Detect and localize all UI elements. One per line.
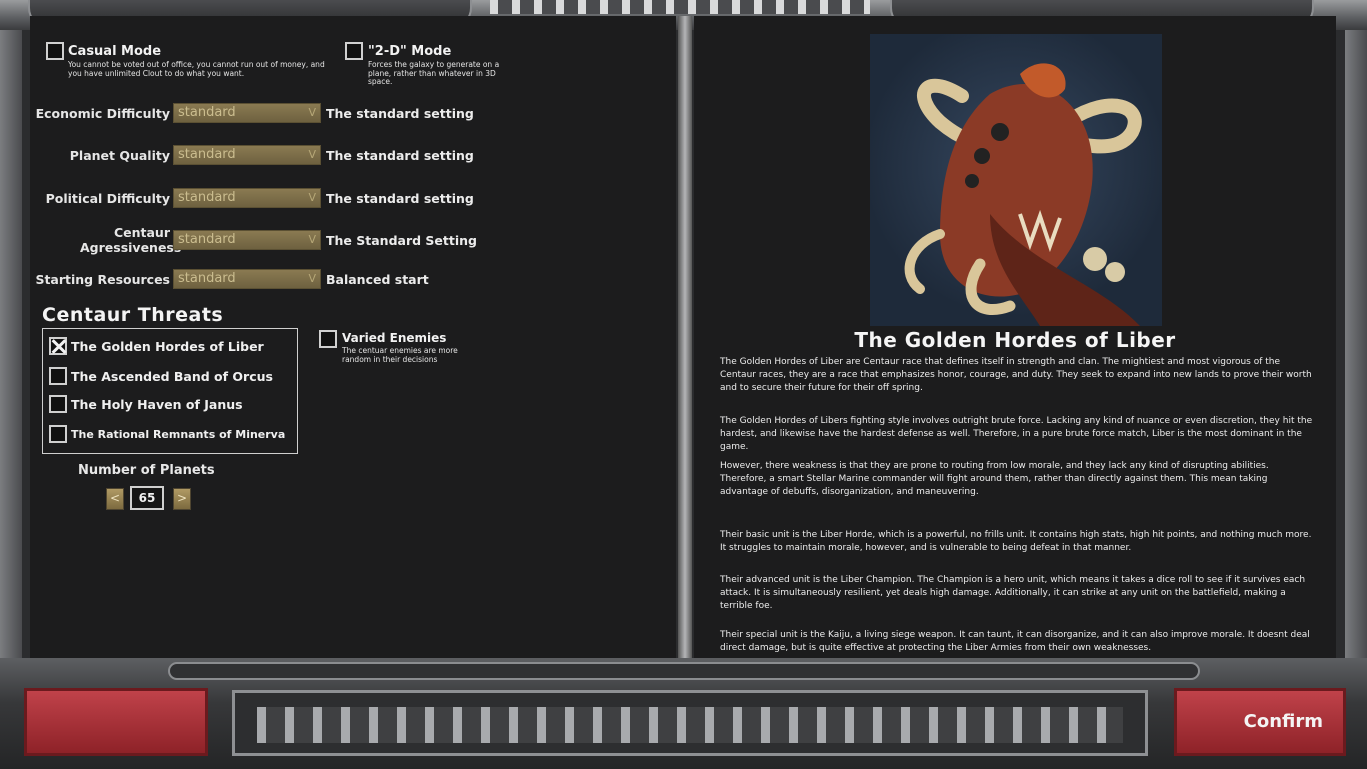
starting-resources-select[interactable]: standard V: [173, 269, 321, 289]
threat-orcus-checkbox[interactable]: [49, 367, 67, 385]
centaur-agressiveness-value: standard: [178, 232, 236, 247]
casual-mode-toggle[interactable]: [46, 42, 64, 64]
two-d-mode-toggle[interactable]: [345, 42, 363, 64]
faction-description-paragraph: However, there weakness is that they are…: [720, 461, 1269, 497]
threat-liber-label: The Golden Hordes of Liber: [71, 338, 264, 354]
two-d-mode-title: "2-D" Mode: [368, 44, 452, 59]
varied-enemies-desc: The centuar enemies are more random in t…: [342, 346, 458, 364]
confirm-button[interactable]: Confirm: [1174, 688, 1346, 756]
varied-enemies-toggle[interactable]: [319, 330, 337, 352]
threat-item-janus[interactable]: The Holy Haven of Janus: [49, 393, 243, 415]
centaur-beast-portrait-icon: [904, 63, 1142, 326]
threat-liber-checkbox[interactable]: [49, 337, 67, 355]
faction-portrait: [870, 34, 1162, 326]
back-button[interactable]: [24, 688, 208, 756]
panel-divider: [678, 16, 692, 658]
economic-difficulty-value: standard: [178, 105, 236, 120]
varied-enemies-checkbox[interactable]: [319, 330, 337, 348]
threat-minerva-checkbox[interactable]: [49, 425, 67, 443]
bottom-rail: [168, 662, 1200, 680]
planets-count-field[interactable]: 65: [130, 486, 164, 510]
faction-name: The Golden Hordes of Liber: [854, 328, 1176, 352]
threat-janus-label: The Holy Haven of Janus: [71, 396, 243, 412]
bottom-grille: [232, 690, 1148, 756]
starting-resources-note: Balanced start: [326, 272, 429, 287]
centaur-threats-list: The Golden Hordes of Liber The Ascended …: [42, 328, 298, 454]
political-difficulty-value: standard: [178, 190, 236, 205]
top-grille: [490, 0, 870, 14]
planet-quality-label: Planet Quality: [69, 148, 170, 163]
two-d-mode-desc: Forces the galaxy to generate on a plane…: [368, 60, 500, 86]
chevron-down-icon: V: [308, 233, 316, 246]
planet-quality-note: The standard setting: [326, 148, 474, 163]
number-of-planets-label: Number of Planets: [78, 463, 215, 478]
right-frame: [1345, 30, 1367, 670]
planets-increase-button[interactable]: >: [173, 488, 191, 510]
political-difficulty-label: Political Difficulty: [45, 191, 170, 206]
chevron-down-icon: V: [308, 272, 316, 285]
threat-item-orcus[interactable]: The Ascended Band of Orcus: [49, 365, 273, 387]
chevron-down-icon: V: [308, 148, 316, 161]
political-difficulty-select[interactable]: standard V: [173, 188, 321, 208]
economic-difficulty-label: Economic Difficulty: [35, 106, 170, 121]
economic-difficulty-select[interactable]: standard V: [173, 103, 321, 123]
starting-resources-value: standard: [178, 271, 236, 286]
centaur-threats-title: Centaur Threats: [42, 304, 224, 326]
chevron-down-icon: V: [308, 106, 316, 119]
two-d-mode-checkbox[interactable]: [345, 42, 363, 60]
threat-minerva-label: The Rational Remnants of Minerva: [71, 427, 286, 441]
threat-janus-checkbox[interactable]: [49, 395, 67, 413]
faction-description-paragraph: Their basic unit is the Liber Horde, whi…: [720, 530, 1312, 553]
left-frame: [0, 30, 22, 670]
threat-item-liber[interactable]: The Golden Hordes of Liber: [49, 335, 264, 357]
faction-description-paragraph: Their special unit is the Kaiju, a livin…: [720, 630, 1310, 653]
casual-mode-checkbox[interactable]: [46, 42, 64, 60]
faction-description-paragraph: The Golden Hordes of Liber are Centaur r…: [720, 357, 1312, 393]
casual-mode-desc: You cannot be voted out of office, you c…: [68, 60, 325, 78]
threat-item-minerva[interactable]: The Rational Remnants of Minerva: [49, 423, 285, 445]
chevron-down-icon: V: [308, 191, 316, 204]
planet-quality-select[interactable]: standard V: [173, 145, 321, 165]
faction-description-paragraph: The Golden Hordes of Libers fighting sty…: [720, 416, 1313, 452]
varied-enemies-title: Varied Enemies: [342, 331, 447, 345]
centaur-agressiveness-note: The Standard Setting: [326, 233, 477, 248]
casual-mode-title: Casual Mode: [68, 44, 162, 59]
planets-decrease-button[interactable]: <: [106, 488, 124, 510]
political-difficulty-note: The standard setting: [326, 191, 474, 206]
centaur-agressiveness-label: Centaur Agressiveness: [80, 225, 182, 255]
faction-description-paragraph: Their advanced unit is the Liber Champio…: [720, 575, 1306, 611]
economic-difficulty-note: The standard setting: [326, 106, 474, 121]
threat-orcus-label: The Ascended Band of Orcus: [71, 368, 273, 384]
starting-resources-label: Starting Resources: [35, 272, 170, 287]
planet-quality-value: standard: [178, 147, 236, 162]
centaur-agressiveness-select[interactable]: standard V: [173, 230, 321, 250]
